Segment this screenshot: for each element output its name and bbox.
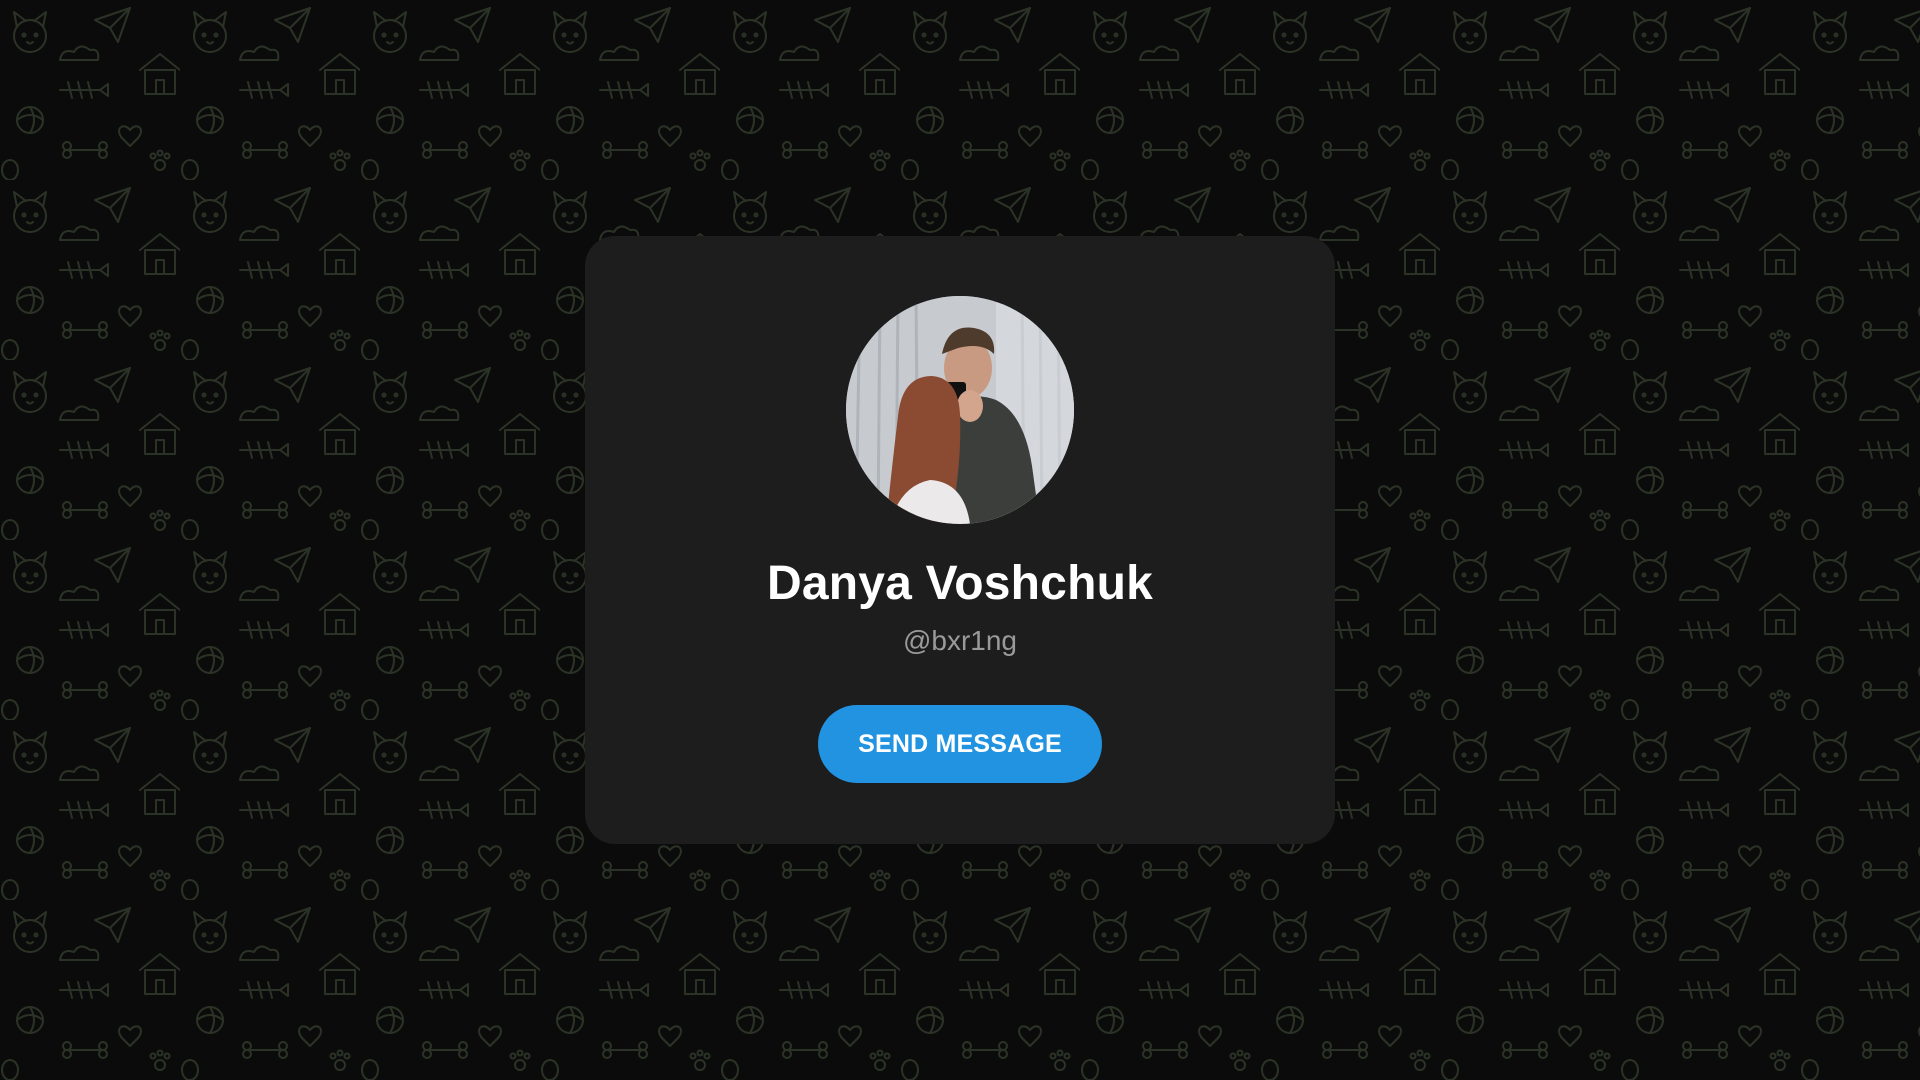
profile-name: Danya Voshchuk bbox=[766, 557, 1154, 610]
avatar bbox=[846, 296, 1074, 524]
profile-username: @bxr1ng bbox=[902, 625, 1018, 656]
profile-card: Danya Voshchuk @bxr1ng SEND MESSAGE bbox=[585, 236, 1335, 844]
profile-photo-icon bbox=[846, 296, 1074, 524]
send-message-button[interactable]: SEND MESSAGE bbox=[818, 705, 1102, 783]
